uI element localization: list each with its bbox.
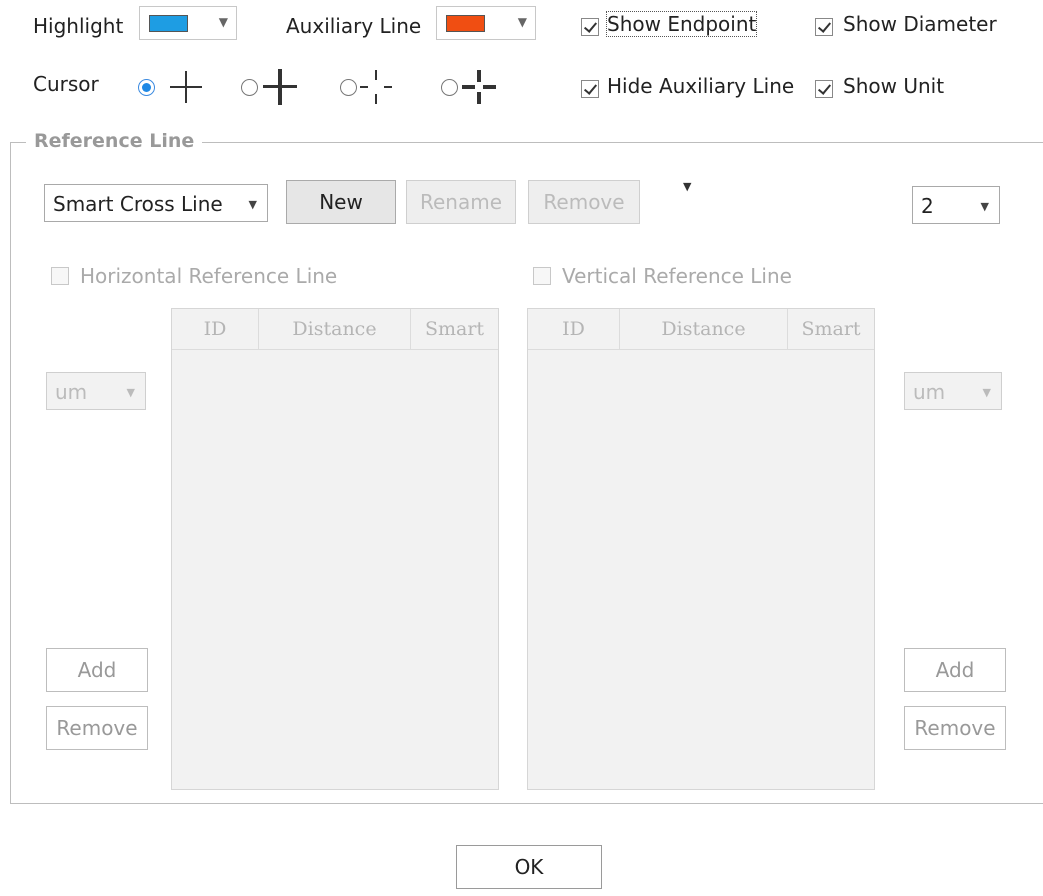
vertical-reference-line-checkbox[interactable] <box>533 267 551 285</box>
chevron-down-icon[interactable]: ▼ <box>683 180 691 193</box>
table-header: ID Distance Smart <box>528 309 874 350</box>
cursor-label: Cursor <box>33 72 99 96</box>
highlight-color-picker[interactable]: ▼ <box>139 6 237 40</box>
horizontal-reference-line-label[interactable]: Horizontal Reference Line <box>80 264 337 288</box>
chevron-down-icon: ▼ <box>248 198 257 211</box>
cursor-radio-1[interactable] <box>138 79 155 96</box>
vertical-reference-line-label[interactable]: Vertical Reference Line <box>562 264 792 288</box>
show-endpoint-checkbox[interactable] <box>581 18 599 36</box>
chevron-down-icon: ▼ <box>982 386 991 399</box>
horizontal-reference-line-checkbox[interactable] <box>51 267 69 285</box>
table-header: ID Distance Smart <box>172 309 498 350</box>
reference-line-title: Reference Line <box>26 130 203 152</box>
reference-mode-value: Smart Cross Line <box>53 192 223 216</box>
horizontal-remove-button[interactable]: Remove <box>46 706 148 750</box>
horizontal-unit-value: um <box>55 380 88 404</box>
column-header-id[interactable]: ID <box>528 309 620 349</box>
ok-button[interactable]: OK <box>456 845 602 889</box>
auxiliary-color-swatch <box>446 15 485 32</box>
horizontal-unit-select[interactable]: um ▼ <box>46 372 146 410</box>
column-header-distance[interactable]: Distance <box>620 309 788 349</box>
show-endpoint-label[interactable]: Show Endpoint <box>605 11 758 37</box>
thick-gap-cross-cursor-icon <box>462 70 496 104</box>
show-unit-checkbox[interactable] <box>815 80 833 98</box>
cursor-radio-2[interactable] <box>241 79 258 96</box>
cursor-radio-4[interactable] <box>441 79 458 96</box>
column-header-smart[interactable]: Smart <box>411 309 498 349</box>
reference-count-select[interactable]: 2 ▼ <box>912 186 1000 224</box>
rename-button[interactable]: Rename <box>406 180 516 224</box>
reference-count-value: 2 <box>921 194 934 218</box>
remove-reference-button[interactable]: Remove <box>528 180 640 224</box>
chevron-down-icon: ▼ <box>218 15 228 29</box>
hide-auxiliary-line-label[interactable]: Hide Auxiliary Line <box>607 74 794 98</box>
column-header-distance[interactable]: Distance <box>259 309 411 349</box>
highlight-label: Highlight <box>33 14 124 38</box>
vertical-reference-table[interactable]: ID Distance Smart <box>527 308 875 790</box>
dashed-cross-cursor-icon <box>360 70 392 104</box>
thick-cross-cursor-icon <box>263 69 297 105</box>
column-header-smart[interactable]: Smart <box>788 309 874 349</box>
horizontal-reference-table[interactable]: ID Distance Smart <box>171 308 499 790</box>
auxiliary-color-picker[interactable]: ▼ <box>436 6 536 40</box>
show-diameter-checkbox[interactable] <box>815 18 833 36</box>
hide-auxiliary-line-checkbox[interactable] <box>581 80 599 98</box>
new-button[interactable]: New <box>286 180 396 224</box>
highlight-color-swatch <box>149 15 188 32</box>
chevron-down-icon: ▼ <box>980 200 989 213</box>
vertical-unit-value: um <box>913 380 946 404</box>
cursor-radio-3[interactable] <box>340 79 357 96</box>
horizontal-add-button[interactable]: Add <box>46 648 148 692</box>
thin-cross-cursor-icon <box>170 71 202 103</box>
show-diameter-label[interactable]: Show Diameter <box>843 12 997 36</box>
column-header-id[interactable]: ID <box>172 309 259 349</box>
show-unit-label[interactable]: Show Unit <box>843 74 944 98</box>
vertical-unit-select[interactable]: um ▼ <box>904 372 1002 410</box>
reference-mode-select[interactable]: Smart Cross Line ▼ <box>44 184 268 222</box>
chevron-down-icon: ▼ <box>126 386 135 399</box>
vertical-remove-button[interactable]: Remove <box>904 706 1006 750</box>
auxiliary-line-label: Auxiliary Line <box>286 14 422 38</box>
vertical-add-button[interactable]: Add <box>904 648 1006 692</box>
chevron-down-icon: ▼ <box>517 15 527 29</box>
